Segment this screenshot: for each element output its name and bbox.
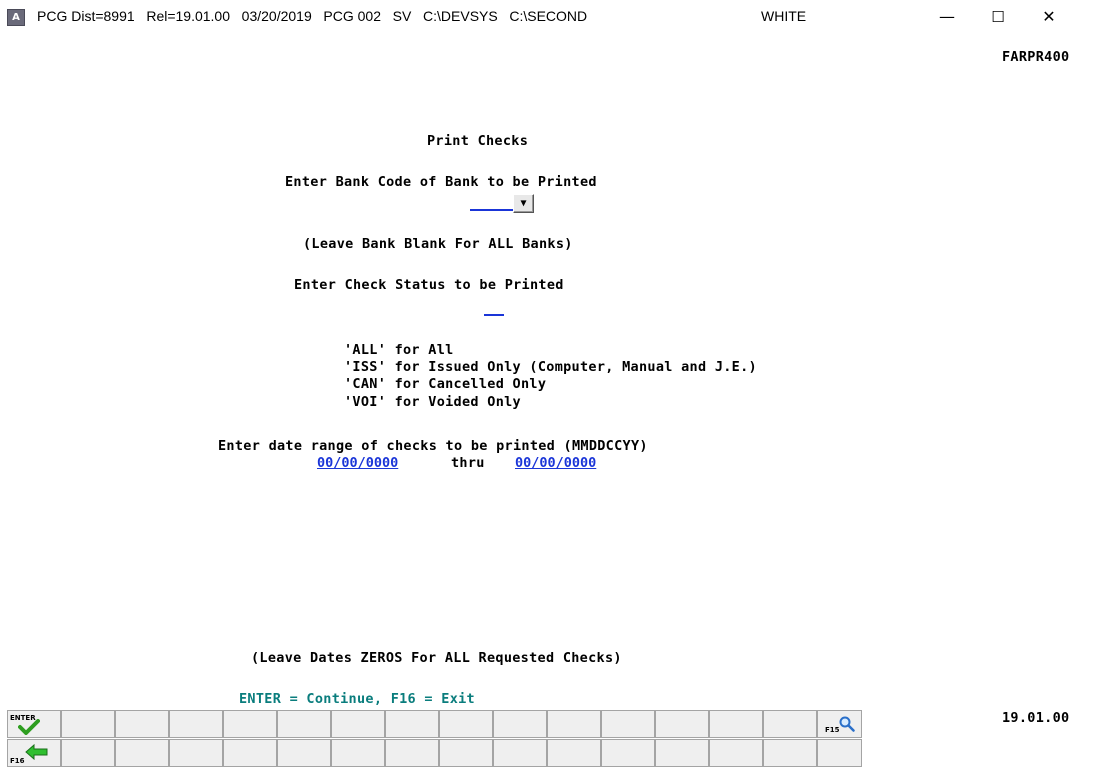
fkey-slot[interactable]	[169, 710, 223, 738]
fkey-slot[interactable]	[61, 710, 115, 738]
status-prompt: Enter Check Status to be Printed	[294, 277, 564, 293]
f15-key-label: F15	[825, 726, 840, 734]
date-note: (Leave Dates ZEROS For ALL Requested Che…	[251, 650, 622, 666]
fkey-slot[interactable]	[493, 710, 547, 738]
fkey-slot[interactable]	[385, 739, 439, 767]
check-status-input[interactable]	[484, 300, 504, 316]
window-user: WHITE	[761, 8, 807, 24]
maximize-button[interactable]: ☐	[987, 6, 1009, 28]
program-id: FARPR400	[1002, 49, 1070, 65]
bank-note: (Leave Bank Blank For ALL Banks)	[303, 236, 573, 252]
f16-exit-button[interactable]: F16	[7, 739, 61, 767]
fkey-slot[interactable]	[709, 710, 763, 738]
bank-code-input[interactable]	[470, 195, 513, 211]
fkey-slot[interactable]	[655, 710, 709, 738]
app-icon[interactable]: A	[7, 9, 25, 26]
fkey-slot[interactable]	[169, 739, 223, 767]
fkey-slot[interactable]	[385, 710, 439, 738]
fkey-slot[interactable]	[709, 739, 763, 767]
fkey-slot[interactable]	[331, 710, 385, 738]
date-to-input[interactable]: 00/00/0000	[515, 455, 596, 471]
minimize-button[interactable]: —	[936, 6, 958, 28]
window-titlebar: A PCG Dist=8991 Rel=19.01.00 03/20/2019 …	[0, 0, 1102, 36]
function-key-bar: ENTER F15 F16	[0, 710, 862, 769]
fkey-slot[interactable]	[547, 739, 601, 767]
fkey-slot[interactable]	[601, 739, 655, 767]
enter-key-button[interactable]: ENTER	[7, 710, 61, 738]
bank-dropdown-button[interactable]: ▼	[513, 194, 534, 213]
fkey-slot[interactable]	[439, 710, 493, 738]
fkey-slot[interactable]	[223, 710, 277, 738]
fkey-slot[interactable]	[331, 739, 385, 767]
date-from-input[interactable]: 00/00/0000	[317, 455, 398, 471]
f16-key-label: F16	[10, 757, 25, 765]
fkey-slot[interactable]	[817, 739, 862, 767]
fkey-slot[interactable]	[277, 710, 331, 738]
magnifier-icon	[839, 716, 855, 732]
bank-prompt: Enter Bank Code of Bank to be Printed	[285, 174, 597, 190]
version-label: 19.01.00	[1002, 710, 1070, 726]
fkey-slot[interactable]	[277, 739, 331, 767]
status-option-voi: 'VOI' for Voided Only	[344, 394, 521, 410]
fkey-slot[interactable]	[115, 710, 169, 738]
chevron-down-icon: ▼	[520, 198, 527, 209]
fkey-slot[interactable]	[763, 739, 817, 767]
fkey-slot[interactable]	[223, 739, 277, 767]
check-icon	[18, 719, 40, 735]
date-prompt: Enter date range of checks to be printed…	[218, 438, 648, 454]
f15-search-button[interactable]: F15	[817, 710, 862, 738]
status-option-iss: 'ISS' for Issued Only (Computer, Manual …	[344, 359, 757, 375]
fkey-slot[interactable]	[655, 739, 709, 767]
fkey-slot[interactable]	[763, 710, 817, 738]
fkey-slot[interactable]	[115, 739, 169, 767]
key-help-text: ENTER = Continue, F16 = Exit	[239, 691, 475, 707]
status-option-can: 'CAN' for Cancelled Only	[344, 376, 547, 392]
back-arrow-icon	[25, 744, 48, 760]
close-button[interactable]: ✕	[1038, 6, 1060, 28]
status-option-all: 'ALL' for All	[344, 342, 454, 358]
fkey-slot[interactable]	[493, 739, 547, 767]
fkey-slot[interactable]	[547, 710, 601, 738]
fkey-slot[interactable]	[439, 739, 493, 767]
fkey-slot[interactable]	[61, 739, 115, 767]
thru-label: thru	[451, 455, 485, 471]
page-title: Print Checks	[427, 133, 529, 149]
window-title: PCG Dist=8991 Rel=19.01.00 03/20/2019 PC…	[37, 8, 588, 24]
fkey-slot[interactable]	[601, 710, 655, 738]
